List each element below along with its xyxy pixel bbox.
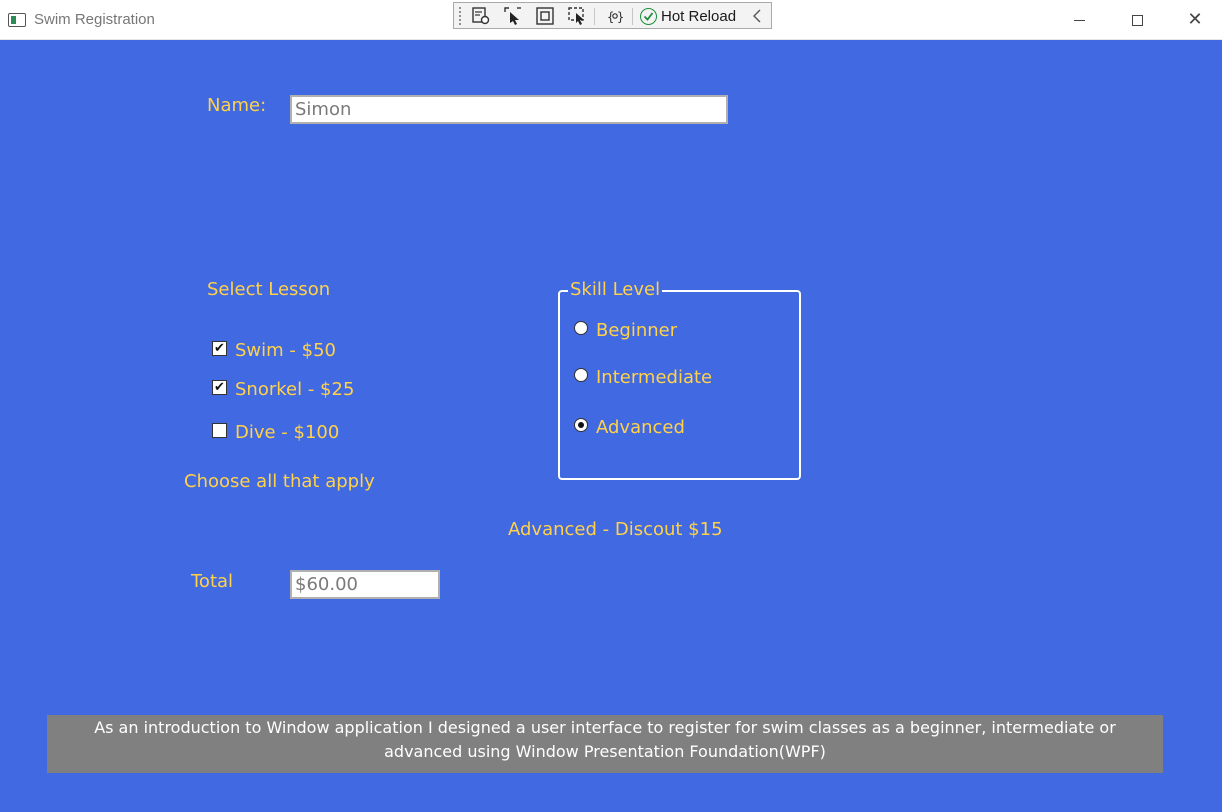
checkbox-box[interactable]: ✔ xyxy=(212,379,227,395)
radio-button-circle[interactable] xyxy=(574,321,588,335)
toolbar-grip-handle[interactable] xyxy=(458,6,462,25)
wpf-debug-toolbar: { } Hot Reload xyxy=(453,2,772,29)
radio-label-advanced: Advanced xyxy=(596,417,685,438)
discount-text: Advanced - Discout $15 xyxy=(508,519,723,540)
checkbox-box[interactable] xyxy=(212,422,227,438)
radio-label-intermediate: Intermediate xyxy=(596,367,713,388)
minimize-icon xyxy=(1073,19,1085,21)
hot-reload-label: Hot Reload xyxy=(661,7,737,25)
display-adorners-icon[interactable] xyxy=(534,5,556,27)
check-circle-icon xyxy=(640,7,657,25)
choose-all-hint: Choose all that apply xyxy=(184,471,375,492)
select-lesson-label: Select Lesson xyxy=(207,279,331,300)
svg-text:}: } xyxy=(617,10,624,24)
checkmark-icon: ✔ xyxy=(214,379,225,395)
toolbar-separator xyxy=(594,8,595,25)
lesson-label-swim: Swim - $50 xyxy=(235,340,336,361)
close-icon: ✕ xyxy=(1187,9,1203,30)
lesson-label-dive: Dive - $100 xyxy=(235,422,340,443)
checkbox-box[interactable]: ✔ xyxy=(212,340,227,356)
xaml-binding-icon[interactable]: { } xyxy=(604,5,626,27)
lesson-label-snorkel: Snorkel - $25 xyxy=(235,379,355,400)
lesson-checkbox-swim[interactable]: ✔ Swim - $50 xyxy=(212,340,336,361)
radio-intermediate[interactable]: Intermediate xyxy=(574,367,713,388)
close-button[interactable]: ✕ xyxy=(1166,0,1222,40)
skill-level-groupbox: Skill Level Beginner Intermediate Advanc… xyxy=(558,281,801,480)
name-label: Name: xyxy=(207,95,267,116)
footer-description: As an introduction to Window application… xyxy=(47,715,1163,773)
collapse-toolbar-chevron-left-icon[interactable] xyxy=(752,5,762,27)
app-icon xyxy=(8,13,26,27)
minimize-button[interactable] xyxy=(1050,0,1108,40)
swim-registration-window: Swim Registration ✕ {} Hot Reload Name:… xyxy=(0,0,1222,812)
radio-button-circle[interactable] xyxy=(574,368,588,382)
radio-button-circle[interactable] xyxy=(574,418,588,432)
lesson-checkbox-snorkel[interactable]: ✔ Snorkel - $25 xyxy=(212,379,355,400)
maximize-icon xyxy=(1131,14,1143,26)
hot-reload-button[interactable]: Hot Reload xyxy=(640,5,736,27)
name-input[interactable] xyxy=(290,95,728,124)
radio-selected-dot xyxy=(578,422,584,428)
window-title: Swim Registration xyxy=(34,11,155,28)
checkmark-icon: ✔ xyxy=(214,340,225,356)
track-focus-icon[interactable] xyxy=(502,5,524,27)
lesson-checkbox-dive[interactable]: Dive - $100 xyxy=(212,422,340,443)
skill-level-legend: Skill Level xyxy=(568,279,663,300)
total-input[interactable] xyxy=(290,570,440,599)
binding-failures-icon[interactable] xyxy=(566,5,588,27)
maximize-button[interactable] xyxy=(1108,0,1166,40)
radio-advanced[interactable]: Advanced xyxy=(574,417,685,438)
select-element-icon[interactable] xyxy=(470,5,492,27)
radio-label-beginner: Beginner xyxy=(596,320,678,341)
toolbar-separator xyxy=(632,8,633,25)
total-label: Total xyxy=(191,571,234,592)
radio-beginner[interactable]: Beginner xyxy=(574,320,678,341)
